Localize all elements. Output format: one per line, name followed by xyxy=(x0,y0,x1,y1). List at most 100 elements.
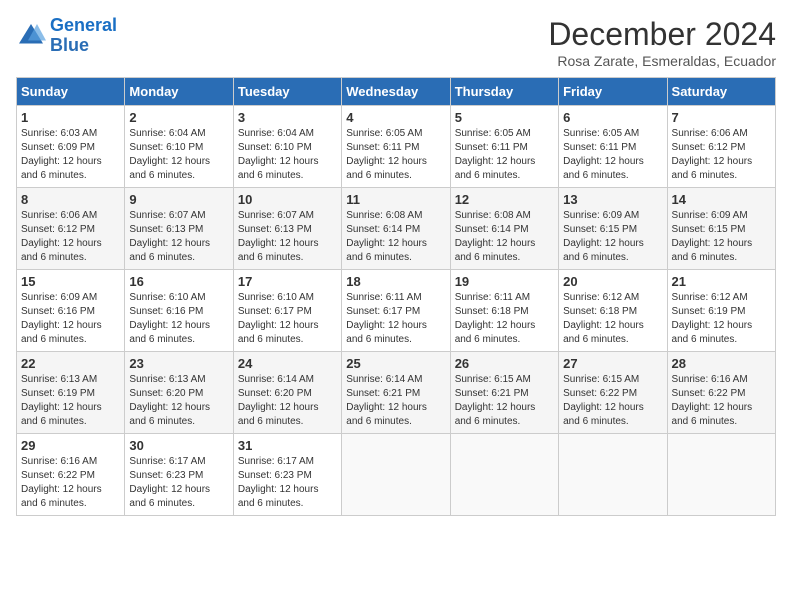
cell-info: Sunrise: 6:03 AMSunset: 6:09 PMDaylight:… xyxy=(21,127,120,183)
calendar-cell: 9 Sunrise: 6:07 AMSunset: 6:13 PMDaylight… xyxy=(125,188,233,270)
cell-info: Sunrise: 6:13 AMSunset: 6:20 PMDaylight:… xyxy=(129,373,228,429)
day-number: 14 xyxy=(672,192,771,207)
day-number: 30 xyxy=(129,438,228,453)
day-number: 16 xyxy=(129,274,228,289)
cell-info: Sunrise: 6:08 AMSunset: 6:14 PMDaylight:… xyxy=(346,209,445,265)
day-number: 7 xyxy=(672,110,771,125)
day-number: 23 xyxy=(129,356,228,371)
calendar-cell: 23 Sunrise: 6:13 AMSunset: 6:20 PMDayligh… xyxy=(125,352,233,434)
calendar-cell: 21Sunrise: 6:12 AMSunset: 6:19 PMDayligh… xyxy=(667,270,775,352)
calendar-cell: 8 Sunrise: 6:06 AMSunset: 6:12 PMDaylight… xyxy=(17,188,125,270)
cell-info: Sunrise: 6:10 AMSunset: 6:16 PMDaylight:… xyxy=(129,291,228,347)
logo: General Blue xyxy=(16,16,117,56)
cell-info: Sunrise: 6:05 AMSunset: 6:11 PMDaylight:… xyxy=(563,127,662,183)
month-title: December 2024 xyxy=(548,16,776,53)
calendar-cell: 13Sunrise: 6:09 AMSunset: 6:15 PMDayligh… xyxy=(559,188,667,270)
cell-info: Sunrise: 6:10 AMSunset: 6:17 PMDaylight:… xyxy=(238,291,337,347)
cell-info: Sunrise: 6:04 AMSunset: 6:10 PMDaylight:… xyxy=(129,127,228,183)
calendar-cell: 28 Sunrise: 6:16 AMSunset: 6:22 PMDayligh… xyxy=(667,352,775,434)
day-number: 6 xyxy=(563,110,662,125)
logo-text: General Blue xyxy=(50,16,117,56)
calendar-cell: 15 Sunrise: 6:09 AMSunset: 6:16 PMDayligh… xyxy=(17,270,125,352)
logo-icon xyxy=(16,21,46,51)
cell-info: Sunrise: 6:07 AMSunset: 6:13 PMDaylight:… xyxy=(129,209,228,265)
cell-info: Sunrise: 6:06 AMSunset: 6:12 PMDaylight:… xyxy=(21,209,120,265)
day-number: 20 xyxy=(563,274,662,289)
title-block: December 2024 Rosa Zarate, Esmeraldas, E… xyxy=(548,16,776,69)
calendar-cell: 26 Sunrise: 6:15 AMSunset: 6:21 PMDayligh… xyxy=(450,352,558,434)
day-number: 26 xyxy=(455,356,554,371)
col-header-monday: Monday xyxy=(125,78,233,106)
day-number: 12 xyxy=(455,192,554,207)
calendar-cell: 6 Sunrise: 6:05 AMSunset: 6:11 PMDaylight… xyxy=(559,106,667,188)
calendar-week-1: 1 Sunrise: 6:03 AMSunset: 6:09 PMDaylight… xyxy=(17,106,776,188)
calendar-cell: 18 Sunrise: 6:11 AMSunset: 6:17 PMDayligh… xyxy=(342,270,450,352)
day-number: 10 xyxy=(238,192,337,207)
calendar-cell: 7 Sunrise: 6:06 AMSunset: 6:12 PMDaylight… xyxy=(667,106,775,188)
calendar-cell: 24Sunrise: 6:14 AMSunset: 6:20 PMDayligh… xyxy=(233,352,341,434)
day-number: 18 xyxy=(346,274,445,289)
day-number: 28 xyxy=(672,356,771,371)
cell-info: Sunrise: 6:15 AMSunset: 6:21 PMDaylight:… xyxy=(455,373,554,429)
day-number: 5 xyxy=(455,110,554,125)
cell-info: Sunrise: 6:14 AMSunset: 6:21 PMDaylight:… xyxy=(346,373,445,429)
calendar-cell: 22 Sunrise: 6:13 AMSunset: 6:19 PMDayligh… xyxy=(17,352,125,434)
day-number: 2 xyxy=(129,110,228,125)
cell-info: Sunrise: 6:17 AMSunset: 6:23 PMDaylight:… xyxy=(238,455,337,511)
calendar-header-row: SundayMondayTuesdayWednesdayThursdayFrid… xyxy=(17,78,776,106)
calendar-table: SundayMondayTuesdayWednesdayThursdayFrid… xyxy=(16,77,776,516)
calendar-cell: 5Sunrise: 6:05 AMSunset: 6:11 PMDaylight… xyxy=(450,106,558,188)
day-number: 15 xyxy=(21,274,120,289)
calendar-cell: 16 Sunrise: 6:10 AMSunset: 6:16 PMDayligh… xyxy=(125,270,233,352)
calendar-cell xyxy=(667,434,775,516)
day-number: 1 xyxy=(21,110,120,125)
day-number: 21 xyxy=(672,274,771,289)
location-subtitle: Rosa Zarate, Esmeraldas, Ecuador xyxy=(548,53,776,69)
calendar-cell xyxy=(342,434,450,516)
calendar-cell: 14 Sunrise: 6:09 AMSunset: 6:15 PMDayligh… xyxy=(667,188,775,270)
cell-info: Sunrise: 6:14 AMSunset: 6:20 PMDaylight:… xyxy=(238,373,337,429)
calendar-week-3: 15 Sunrise: 6:09 AMSunset: 6:16 PMDayligh… xyxy=(17,270,776,352)
calendar-week-2: 8 Sunrise: 6:06 AMSunset: 6:12 PMDaylight… xyxy=(17,188,776,270)
calendar-cell: 17Sunrise: 6:10 AMSunset: 6:17 PMDayligh… xyxy=(233,270,341,352)
calendar-cell: 4Sunrise: 6:05 AMSunset: 6:11 PMDaylight… xyxy=(342,106,450,188)
cell-info: Sunrise: 6:15 AMSunset: 6:22 PMDaylight:… xyxy=(563,373,662,429)
day-number: 9 xyxy=(129,192,228,207)
page-header: General Blue December 2024 Rosa Zarate, … xyxy=(16,16,776,69)
day-number: 13 xyxy=(563,192,662,207)
calendar-cell xyxy=(450,434,558,516)
col-header-wednesday: Wednesday xyxy=(342,78,450,106)
col-header-tuesday: Tuesday xyxy=(233,78,341,106)
calendar-cell: 19Sunrise: 6:11 AMSunset: 6:18 PMDayligh… xyxy=(450,270,558,352)
calendar-cell: 11 Sunrise: 6:08 AMSunset: 6:14 PMDayligh… xyxy=(342,188,450,270)
cell-info: Sunrise: 6:06 AMSunset: 6:12 PMDaylight:… xyxy=(672,127,771,183)
day-number: 31 xyxy=(238,438,337,453)
cell-info: Sunrise: 6:09 AMSunset: 6:15 PMDaylight:… xyxy=(672,209,771,265)
calendar-cell: 20Sunrise: 6:12 AMSunset: 6:18 PMDayligh… xyxy=(559,270,667,352)
calendar-cell: 2 Sunrise: 6:04 AMSunset: 6:10 PMDaylight… xyxy=(125,106,233,188)
calendar-cell: 1 Sunrise: 6:03 AMSunset: 6:09 PMDaylight… xyxy=(17,106,125,188)
calendar-week-5: 29 Sunrise: 6:16 AMSunset: 6:22 PMDayligh… xyxy=(17,434,776,516)
col-header-sunday: Sunday xyxy=(17,78,125,106)
cell-info: Sunrise: 6:11 AMSunset: 6:17 PMDaylight:… xyxy=(346,291,445,347)
day-number: 11 xyxy=(346,192,445,207)
cell-info: Sunrise: 6:13 AMSunset: 6:19 PMDaylight:… xyxy=(21,373,120,429)
calendar-cell: 29 Sunrise: 6:16 AMSunset: 6:22 PMDayligh… xyxy=(17,434,125,516)
calendar-cell: 10Sunrise: 6:07 AMSunset: 6:13 PMDayligh… xyxy=(233,188,341,270)
cell-info: Sunrise: 6:16 AMSunset: 6:22 PMDaylight:… xyxy=(672,373,771,429)
day-number: 3 xyxy=(238,110,337,125)
day-number: 8 xyxy=(21,192,120,207)
cell-info: Sunrise: 6:09 AMSunset: 6:16 PMDaylight:… xyxy=(21,291,120,347)
calendar-cell: 12Sunrise: 6:08 AMSunset: 6:14 PMDayligh… xyxy=(450,188,558,270)
calendar-cell: 31 Sunrise: 6:17 AMSunset: 6:23 PMDayligh… xyxy=(233,434,341,516)
calendar-cell: 27 Sunrise: 6:15 AMSunset: 6:22 PMDayligh… xyxy=(559,352,667,434)
day-number: 27 xyxy=(563,356,662,371)
day-number: 25 xyxy=(346,356,445,371)
calendar-cell: 25 Sunrise: 6:14 AMSunset: 6:21 PMDayligh… xyxy=(342,352,450,434)
day-number: 29 xyxy=(21,438,120,453)
cell-info: Sunrise: 6:16 AMSunset: 6:22 PMDaylight:… xyxy=(21,455,120,511)
day-number: 22 xyxy=(21,356,120,371)
logo-line1: General xyxy=(50,15,117,35)
day-number: 4 xyxy=(346,110,445,125)
col-header-thursday: Thursday xyxy=(450,78,558,106)
